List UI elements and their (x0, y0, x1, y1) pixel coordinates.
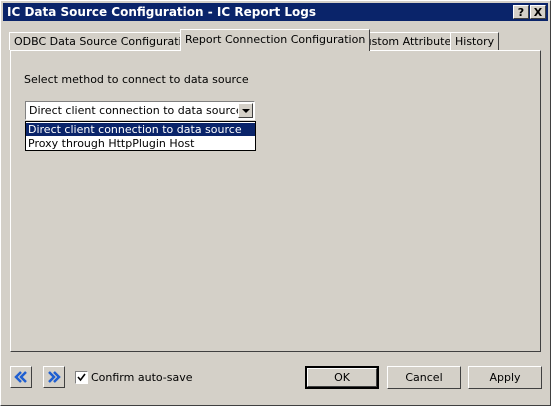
next-button[interactable] (43, 366, 65, 388)
tab-label: Report Connection Configuration (185, 33, 366, 46)
dialog-window: IC Data Source Configuration - IC Report… (0, 0, 551, 406)
window-title: IC Data Source Configuration - IC Report… (7, 5, 317, 19)
checkmark-icon (77, 373, 86, 382)
apply-button[interactable]: Apply (468, 366, 542, 389)
tab-history[interactable]: History (450, 32, 500, 50)
ok-button[interactable]: OK (305, 366, 379, 389)
confirm-autosave-checkbox[interactable] (75, 371, 88, 384)
cancel-button[interactable]: Cancel (387, 366, 461, 389)
tab-odbc-data-source-configuration[interactable]: ODBC Data Source Configuration (9, 32, 201, 50)
connection-method-prompt: Select method to connect to data source (24, 73, 249, 86)
connection-method-select[interactable]: Direct client connection to data source (25, 101, 255, 120)
option-direct-client[interactable]: Direct client connection to data source (26, 123, 255, 136)
tab-label: Custom Attributes (357, 35, 457, 48)
tab-report-connection-configuration[interactable]: Report Connection Configuration (180, 29, 371, 51)
selected-value: Direct client connection to data source (29, 104, 243, 117)
previous-button[interactable] (10, 366, 32, 388)
tab-label: ODBC Data Source Configuration (14, 35, 196, 48)
tab-label: History (455, 35, 495, 48)
connection-method-dropdown: Direct client connection to data source … (25, 121, 256, 151)
title-bar[interactable]: IC Data Source Configuration - IC Report… (3, 3, 548, 21)
close-button[interactable]: X (530, 5, 546, 19)
help-button[interactable]: ? (513, 5, 529, 19)
tab-panel (10, 50, 541, 352)
ok-label: OK (334, 371, 350, 384)
double-chevron-left-icon (14, 371, 27, 383)
confirm-autosave-label[interactable]: Confirm auto-save (91, 371, 193, 384)
double-chevron-right-icon (48, 371, 61, 383)
option-proxy-httpplugin[interactable]: Proxy through HttpPlugin Host (26, 137, 255, 150)
chevron-down-icon[interactable] (238, 103, 253, 118)
